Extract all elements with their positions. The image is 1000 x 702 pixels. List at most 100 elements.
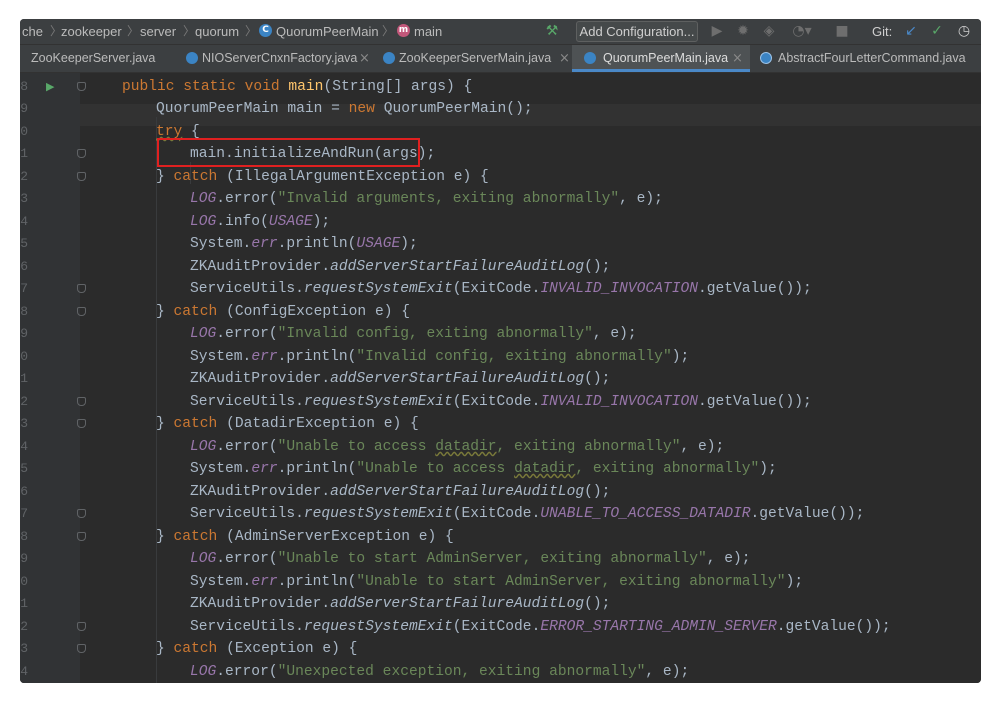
tab-quorum-peer-main[interactable]: QuorumPeerMain.java × <box>572 45 750 72</box>
fold-marker-icon[interactable] <box>77 397 86 407</box>
tab-zookeeper-server-main[interactable]: ZooKeeperServerMain.java × <box>373 45 572 72</box>
fold-marker-icon[interactable] <box>77 509 86 519</box>
line-number: 0 <box>20 574 28 589</box>
ide-window: che 〉 zookeeper 〉 server 〉 quorum 〉 C Qu… <box>20 19 981 683</box>
breadcrumb-separator-icon: 〉 <box>245 24 258 38</box>
breadcrumb-main[interactable]: main <box>414 19 442 44</box>
method-icon: m <box>397 24 410 37</box>
git-update-icon[interactable]: ↙ <box>902 19 920 44</box>
tab-label: AbstractFourLetterCommand.java <box>778 51 966 65</box>
line-number: 4 <box>20 439 28 454</box>
fold-marker-icon[interactable] <box>77 644 86 654</box>
code-line: } catch (DatadirException e) { <box>156 416 419 432</box>
annotation-highlight-box <box>157 138 420 167</box>
profile-dropdown-icon[interactable]: ◔▾ <box>786 19 818 44</box>
code-line: } catch (ConfigException e) { <box>156 304 410 320</box>
run-gutter-icon[interactable]: ▶ <box>46 76 54 98</box>
line-number: 3 <box>20 641 28 656</box>
breadcrumb-separator-icon: 〉 <box>382 24 395 38</box>
fold-marker-icon[interactable] <box>77 532 86 542</box>
code-line: System.err.println("Unable to access dat… <box>190 461 777 477</box>
code-line: ServiceUtils.requestSystemExit(ExitCode.… <box>190 281 812 297</box>
line-number: 8 <box>20 304 28 319</box>
line-number: 9 <box>20 551 28 566</box>
tab-label: NIOServerCnxnFactory.java <box>202 51 358 65</box>
abstract-class-icon <box>760 52 772 64</box>
code-line: LOG.info(USAGE); <box>190 214 331 230</box>
line-number: 6 <box>20 259 28 274</box>
code-line: System.err.println(USAGE); <box>190 236 418 252</box>
close-icon[interactable]: × <box>559 45 570 72</box>
breadcrumb-che[interactable]: che <box>22 19 43 44</box>
line-number: 4 <box>20 214 28 229</box>
coverage-icon[interactable]: ◈ <box>760 19 778 44</box>
fold-marker-icon[interactable] <box>77 149 86 159</box>
build-hammer-icon[interactable]: ⚒ <box>542 19 562 44</box>
line-number: 1 <box>20 146 28 161</box>
line-number: 6 <box>20 484 28 499</box>
fold-marker-icon[interactable] <box>77 172 86 182</box>
class-icon <box>584 52 596 64</box>
class-icon <box>186 52 198 64</box>
line-number: 2 <box>20 169 28 184</box>
code-line: ServiceUtils.requestSystemExit(ExitCode.… <box>190 394 812 410</box>
close-icon[interactable]: × <box>359 45 370 72</box>
fold-marker-icon[interactable] <box>77 307 86 317</box>
code-line: } catch (Exception e) { <box>156 641 358 657</box>
class-icon: C <box>259 24 272 37</box>
line-number: 5 <box>20 236 28 251</box>
line-number: 2 <box>20 394 28 409</box>
tab-label: ZooKeeperServerMain.java <box>399 51 552 65</box>
code-line: ServiceUtils.requestSystemExit(ExitCode.… <box>190 506 865 522</box>
tab-zookeeper-server[interactable]: ZooKeeperServer.java <box>20 45 178 72</box>
line-number: 0 <box>20 349 28 364</box>
stop-icon[interactable]: ■ <box>835 19 849 44</box>
editor-tab-bar: ZooKeeperServer.java NIOServerCnxnFactor… <box>20 45 981 73</box>
code-line: } catch (AdminServerException e) { <box>156 529 454 545</box>
run-icon[interactable]: ▶ <box>708 19 726 44</box>
git-commit-icon[interactable]: ✓ <box>928 19 946 44</box>
line-number: 8 <box>20 79 28 94</box>
code-line: LOG.error("Unexpected exception, exiting… <box>190 664 690 680</box>
code-line: ZKAuditProvider.addServerStartFailureAud… <box>190 484 611 500</box>
line-number: 0 <box>20 124 28 139</box>
git-history-icon[interactable]: ◷ <box>954 19 974 44</box>
debug-icon[interactable]: ✹ <box>734 19 752 44</box>
line-number: 3 <box>20 191 28 206</box>
line-number: 9 <box>20 101 28 116</box>
line-number: 7 <box>20 506 28 521</box>
breadcrumb-quorum-peer-main[interactable]: QuorumPeerMain <box>276 19 379 44</box>
breadcrumb-separator-icon: 〉 <box>183 24 196 38</box>
fold-marker-icon[interactable] <box>77 284 86 294</box>
line-number: 1 <box>20 371 28 386</box>
line-number: 4 <box>20 664 28 679</box>
code-line: System.err.println("Invalid config, exit… <box>190 349 690 365</box>
code-line: ZKAuditProvider.addServerStartFailureAud… <box>190 371 611 387</box>
code-line: ZKAuditProvider.addServerStartFailureAud… <box>190 259 611 275</box>
tab-label: ZooKeeperServer.java <box>31 51 156 65</box>
code-line: LOG.error("Unable to access datadir, exi… <box>190 439 725 455</box>
code-line: ZKAuditProvider.addServerStartFailureAud… <box>190 596 611 612</box>
tab-abstract-four-letter-command[interactable]: AbstractFourLetterCommand.java <box>750 45 981 72</box>
add-configuration-button[interactable]: Add Configuration... <box>576 21 698 42</box>
breadcrumb-server[interactable]: server <box>140 19 176 44</box>
line-number: 1 <box>20 596 28 611</box>
breadcrumb-zookeeper[interactable]: zookeeper <box>61 19 122 44</box>
close-icon[interactable]: × <box>732 45 743 72</box>
fold-marker-icon[interactable] <box>77 82 86 92</box>
navigation-bar: che 〉 zookeeper 〉 server 〉 quorum 〉 C Qu… <box>20 19 981 45</box>
line-number: 8 <box>20 529 28 544</box>
code-line: System.err.println("Unable to start Admi… <box>190 574 804 590</box>
line-number: 5 <box>20 461 28 476</box>
fold-marker-icon[interactable] <box>77 622 86 632</box>
code-line: ServiceUtils.requestSystemExit(ExitCode.… <box>190 619 891 635</box>
breadcrumb-quorum[interactable]: quorum <box>195 19 239 44</box>
line-number: 2 <box>20 619 28 634</box>
tab-nio-server-cnxn-factory[interactable]: NIOServerCnxnFactory.java × <box>178 45 373 72</box>
line-number: 9 <box>20 326 28 341</box>
fold-marker-icon[interactable] <box>77 419 86 429</box>
code-line: } catch (IllegalArgumentException e) { <box>156 169 489 185</box>
editor-gutter: 8 9 0 1 2 3 4 5 6 7 8 9 0 1 2 3 4 5 6 7 … <box>20 73 80 683</box>
code-line: LOG.error("Invalid config, exiting abnor… <box>190 326 637 342</box>
tab-label: QuorumPeerMain.java <box>603 51 729 65</box>
